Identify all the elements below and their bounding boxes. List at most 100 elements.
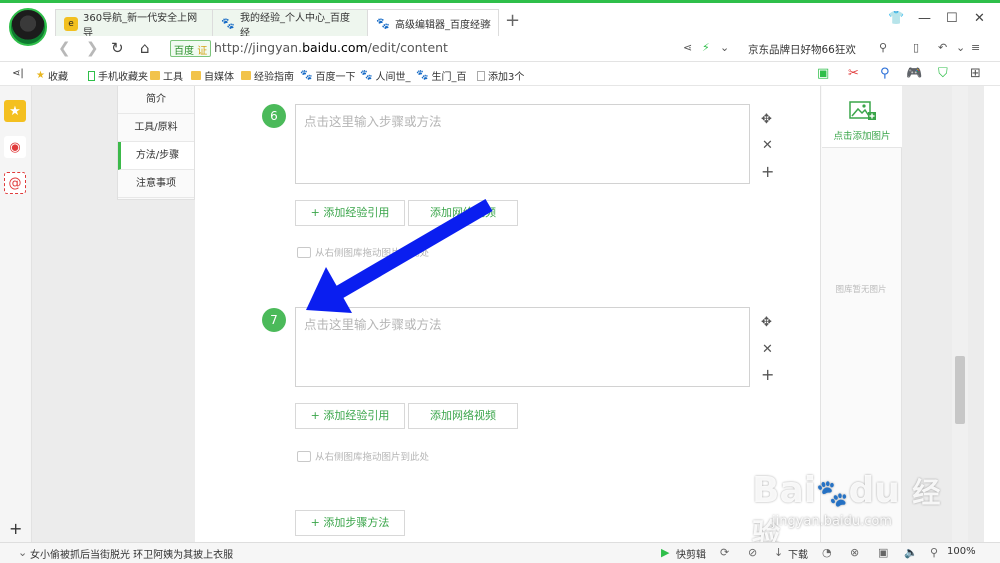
new-tab-button[interactable]: +: [505, 12, 520, 30]
download-label[interactable]: 下载: [788, 546, 808, 561]
weibo-icon[interactable]: ◉: [4, 136, 26, 158]
add-experience-ref-button[interactable]: + 添加经验引用: [295, 200, 405, 226]
folder-icon: [191, 71, 201, 80]
forward-button[interactable]: ❯: [86, 39, 99, 57]
menu-icon[interactable]: ≡: [971, 41, 980, 54]
bookmark-media[interactable]: 自媒体: [191, 68, 234, 83]
add-icon[interactable]: +: [761, 162, 774, 181]
outline-nav: 简介 工具/原料 方法/步骤 注意事项: [117, 86, 195, 200]
favorites-star-icon[interactable]: ★: [4, 100, 26, 122]
add-experience-ref-button[interactable]: + 添加经验引用: [295, 403, 405, 429]
zoom-icon[interactable]: ⚲: [930, 546, 938, 559]
delete-icon[interactable]: ✕: [762, 342, 773, 357]
tab-my-experience[interactable]: 🐾 我的经验_个人中心_百度经: [212, 9, 368, 39]
refresh-icon[interactable]: ↻: [111, 39, 124, 57]
bookmarks-bar: ⋖| ★ 收藏 手机收藏夹 工具 自媒体 经验指南 🐾 百度一下 🐾 人间世_ 🐾 生门…: [0, 62, 1000, 86]
add-web-video-button[interactable]: 添加网络视频: [408, 200, 518, 226]
step-number: 6: [262, 104, 286, 128]
bookmark-guide[interactable]: 经验指南: [241, 68, 294, 83]
move-icon[interactable]: ✥: [761, 112, 772, 127]
step-number: 7: [262, 308, 286, 332]
tab-360-nav[interactable]: e 360导航_新一代安全上网导: [55, 9, 213, 39]
tab-title: 我的经验_个人中心_百度经: [240, 12, 350, 39]
tab-title: 360导航_新一代安全上网导: [83, 12, 198, 39]
game-icon[interactable]: 🎮: [906, 66, 922, 81]
address-bar: ❮ ❯ ↻ ⌂ 百度 证 http://jingyan.baidu.com/ed…: [0, 36, 1000, 62]
undo-icon[interactable]: ↶: [938, 41, 947, 54]
bookmark-mobile[interactable]: 手机收藏夹: [88, 68, 148, 83]
clean-icon[interactable]: ⊗: [850, 546, 859, 559]
phone-icon: [88, 70, 95, 81]
apps-grid-icon[interactable]: ⊞: [970, 66, 981, 81]
step-input[interactable]: 点击这里输入步骤或方法: [295, 104, 750, 184]
delete-icon[interactable]: ✕: [762, 138, 773, 153]
tab-advanced-editor[interactable]: 🐾 高级编辑器_百度经验 ✕: [367, 9, 499, 37]
folder-icon: [241, 71, 251, 80]
scissors-icon[interactable]: ✂: [848, 66, 859, 81]
baidu-paw-icon: 🐾: [221, 17, 235, 30]
bookmark-renjianshi[interactable]: 🐾 人间世_: [360, 68, 410, 83]
move-icon[interactable]: ✥: [761, 315, 772, 330]
block-icon[interactable]: ⊘: [748, 546, 757, 559]
page-scrollbar[interactable]: [952, 86, 968, 542]
url-field[interactable]: http://jingyan.baidu.com/edit/content: [214, 40, 448, 55]
add-web-video-button[interactable]: 添加网络视频: [408, 403, 518, 429]
site-identity-badge[interactable]: 百度 证: [170, 40, 212, 57]
outline-item-notes[interactable]: 注意事项: [118, 170, 194, 198]
chevron-down-icon[interactable]: ⌄: [956, 41, 965, 54]
video-edit-icon[interactable]: ▶: [661, 546, 669, 559]
volume-icon[interactable]: 🔈: [904, 546, 918, 559]
add-sidebar-icon[interactable]: +: [9, 519, 22, 538]
user-avatar[interactable]: [9, 8, 47, 46]
close-window-button[interactable]: ✕: [974, 11, 985, 26]
scrollbar-thumb[interactable]: [955, 356, 965, 424]
add-step-method-button[interactable]: + 添加步骤方法: [295, 510, 405, 536]
shield-icon[interactable]: ⛉: [938, 66, 948, 81]
speed-icon[interactable]: ◔: [822, 546, 832, 559]
skin-icon[interactable]: 👕: [888, 11, 904, 26]
chevron-down-icon[interactable]: ⌄: [720, 41, 729, 54]
bookmark-baidu[interactable]: 🐾 百度一下: [300, 68, 355, 83]
image-icon: [297, 246, 311, 258]
baidu-paw-icon: 🐾: [360, 70, 373, 81]
folder-icon: [150, 71, 160, 80]
news-ticker[interactable]: 女小偷被抓后当街脱光 环卫阿姨为其披上衣服: [30, 546, 233, 561]
outline-item-intro[interactable]: 简介: [118, 86, 194, 114]
zoom-level[interactable]: 100%: [947, 546, 976, 557]
360-icon: e: [64, 16, 78, 31]
gallery-empty-text: 图库暂无图片: [835, 285, 887, 295]
home-icon[interactable]: ⌂: [140, 39, 150, 57]
sidebar-toggle-icon[interactable]: ⋖|: [12, 68, 24, 79]
search-suggestion[interactable]: 京东品牌日好物66狂欢: [748, 42, 856, 57]
bookmark-add-more[interactable]: 添加3个: [477, 68, 524, 83]
browser-sidebar: ★ ◉ @ +: [0, 86, 32, 542]
lightning-icon[interactable]: ⚡: [702, 41, 710, 54]
page-icon: [477, 70, 485, 81]
bookmark-tools[interactable]: 工具: [150, 68, 183, 83]
close-tab-icon[interactable]: ✕: [483, 17, 492, 30]
outline-item-steps[interactable]: 方法/步骤: [118, 142, 194, 170]
share-icon[interactable]: ⋖: [683, 41, 692, 54]
email-icon[interactable]: @: [4, 172, 26, 194]
bookmark-shengmen[interactable]: 🐾 生门_百: [416, 68, 466, 83]
add-image-icon: [849, 101, 876, 120]
add-image-button[interactable]: 点击添加图片: [822, 86, 902, 148]
image-icon: [297, 450, 311, 462]
baidu-paw-icon: 🐾: [416, 70, 429, 81]
chevron-down-icon[interactable]: ⌄: [18, 546, 27, 559]
maximize-button[interactable]: ☐: [946, 11, 958, 26]
step-input[interactable]: 点击这里输入步骤或方法: [295, 307, 750, 387]
outline-item-tools[interactable]: 工具/原料: [118, 114, 194, 142]
quick-edit-label[interactable]: 快剪辑: [676, 546, 706, 561]
minimize-button[interactable]: —: [918, 11, 931, 26]
download-icon[interactable]: ↓: [774, 546, 783, 559]
search-tool-icon[interactable]: ⚲: [880, 66, 890, 81]
translate-icon[interactable]: ▣: [817, 66, 829, 81]
window-icon[interactable]: ▣: [878, 546, 888, 559]
add-icon[interactable]: +: [761, 365, 774, 384]
search-icon[interactable]: ⚲: [879, 41, 887, 54]
back-button[interactable]: ❮: [58, 39, 71, 57]
mobile-icon[interactable]: ▯: [913, 41, 919, 54]
refresh-status-icon[interactable]: ⟳: [720, 546, 729, 559]
bookmark-favorites[interactable]: ★ 收藏: [36, 68, 68, 83]
